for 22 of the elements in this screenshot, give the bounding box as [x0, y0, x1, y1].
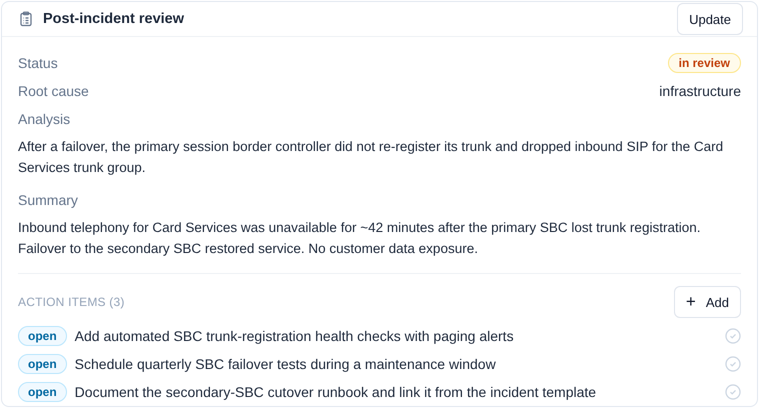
add-button[interactable]: + Add	[674, 286, 741, 318]
check-circle-icon[interactable]	[725, 384, 741, 400]
field-paragraph: Inbound telephony for Card Services was unavailable for ~42 minutes after the primary SBC lost trunk registration. Failover to the secondary SBC restored service. No customer data exposure.	[18, 219, 702, 258]
check-circle-icon[interactable]	[725, 328, 741, 344]
field-label: Root cause	[18, 83, 89, 99]
status-pill: open	[18, 326, 67, 346]
action-item-text: Document the secondary-SBC cutover runbook and link it from the incident template	[74, 384, 598, 400]
status-pill: open	[18, 382, 67, 402]
card-title: Post-incident review	[43, 11, 186, 27]
status-pill: open	[18, 354, 67, 374]
check-circle-icon[interactable]	[725, 356, 741, 372]
action-item-text: Schedule quarterly SBC failover tests during a maintenance window	[74, 356, 497, 372]
update-button[interactable]: Update	[677, 3, 743, 35]
field-paragraph: After a failover, the primary session border controller did not re-register its trunk and dropped inbound SIP for the Card Services trunk group.	[18, 138, 724, 177]
clipboard-icon	[18, 11, 34, 27]
section-heading: ACTION ITEMS (3)	[18, 295, 125, 309]
field-value: infrastructure	[659, 83, 741, 99]
status-badge: in review	[668, 53, 741, 73]
field-label: Summary	[18, 192, 78, 208]
field-label: Analysis	[18, 111, 70, 127]
action-item-text: Add automated SBC trunk-registration health checks with paging alerts	[74, 328, 515, 344]
field-label: Status	[18, 55, 58, 71]
